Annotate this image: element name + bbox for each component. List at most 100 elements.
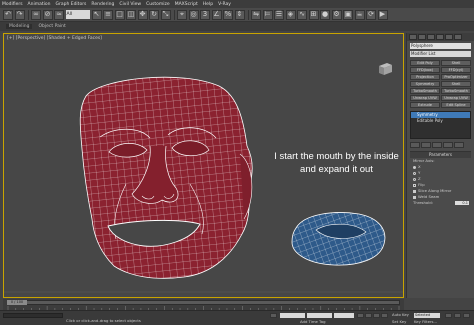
modifier-button[interactable]: Unwrap UVW (441, 95, 471, 101)
select-and-rotate-icon[interactable]: ↻ (149, 9, 159, 20)
modifier-button[interactable]: TurboSmooth (441, 88, 471, 94)
configure-sets-icon[interactable] (454, 142, 464, 148)
menu-help[interactable]: Help (203, 2, 213, 7)
menu-graph-editors[interactable]: Graph Editors (56, 2, 87, 7)
go-to-start-icon[interactable] (357, 313, 364, 318)
bind-spacewarp-icon[interactable]: ≈ (54, 9, 64, 20)
display-tab-icon[interactable] (445, 34, 453, 40)
time-slider-track[interactable] (7, 300, 400, 305)
layer-manager-icon[interactable]: ☰ (274, 9, 284, 20)
previous-frame-icon[interactable] (365, 313, 372, 318)
snaps-toggle-icon[interactable]: 3 (200, 9, 210, 20)
key-filters-button[interactable]: Key Filters... (414, 319, 437, 324)
align-icon[interactable]: ⊨ (262, 9, 273, 20)
modifier-button[interactable]: FFD(cyl) (441, 67, 471, 73)
modifier-button[interactable]: Edit Poly (410, 60, 440, 66)
reference-coordinate-icon[interactable]: ⌖ (177, 9, 187, 20)
add-time-tag-button[interactable]: Add Time Tag (300, 319, 325, 324)
hierarchy-tab-icon[interactable] (427, 34, 435, 40)
material-editor-icon[interactable]: ● (320, 9, 330, 20)
time-slider-thumb[interactable]: 0 / 100 (7, 300, 27, 305)
play-icon[interactable] (373, 313, 380, 318)
object-name-field[interactable]: Polysphere (410, 43, 471, 49)
modifier-button[interactable]: ProOptimizer (441, 74, 471, 80)
next-frame-icon[interactable] (381, 313, 388, 318)
inner-mouth-mesh[interactable] (291, 212, 386, 266)
perspective-viewport[interactable]: [+] [Perspective] [Shaded + Edged Faces] (3, 33, 404, 298)
rectangular-selection-icon[interactable]: □ (114, 9, 125, 20)
render-production-icon[interactable]: ☕ (354, 9, 365, 20)
angle-snap-icon[interactable]: ∠ (211, 9, 222, 20)
schematic-view-icon[interactable]: ⊞ (308, 9, 319, 20)
zoom-icon[interactable] (445, 313, 452, 318)
stack-item-editable-poly[interactable]: Editable Poly (411, 118, 470, 124)
render-setup-icon[interactable]: ⚙ (331, 9, 342, 20)
maxscript-listener[interactable] (3, 313, 63, 318)
pin-stack-icon[interactable] (410, 142, 420, 148)
modifier-button[interactable]: Symmetry (410, 81, 440, 87)
modifier-button[interactable]: Edit Spline (441, 102, 471, 108)
toolbar-separator (28, 9, 29, 20)
modifier-button[interactable]: Extrude (410, 102, 440, 108)
menu-vray[interactable]: V-Ray (218, 2, 231, 7)
rendered-frame-icon[interactable]: ▣ (343, 9, 353, 20)
selected-dropdown[interactable]: Selected (414, 313, 440, 318)
menu-animation[interactable]: Animation (28, 2, 51, 7)
threshold-spinner[interactable]: 0.1 (455, 201, 469, 205)
unlink-icon[interactable]: ⊘ (42, 9, 53, 20)
z-coordinate-field[interactable] (334, 313, 354, 318)
create-tab-icon[interactable] (409, 34, 417, 40)
motion-tab-icon[interactable] (436, 34, 444, 40)
tab-object-paint[interactable]: Object Paint (38, 24, 65, 29)
head-mesh[interactable] (79, 76, 253, 279)
set-key-button[interactable]: Set Key (392, 319, 406, 324)
show-end-result-icon[interactable] (421, 142, 431, 148)
modifier-button[interactable]: TurboSmooth (410, 88, 440, 94)
modifier-list-dropdown[interactable]: Modifier List (410, 51, 471, 57)
selection-filter-dropdown[interactable]: All (65, 10, 90, 19)
pivot-center-icon[interactable]: ◎ (188, 9, 199, 20)
utilities-tab-icon[interactable] (454, 34, 462, 40)
select-object-icon[interactable]: ↖ (91, 9, 102, 20)
curve-editor-icon[interactable]: ∿ (297, 9, 307, 20)
select-and-scale-icon[interactable]: ⤡ (160, 9, 171, 20)
graphite-toggle-icon[interactable]: ◈ (285, 9, 296, 20)
modifier-sets: Edit Poly Shell FFD(box) FFD(cyl) Projec… (410, 60, 471, 108)
modify-tab-icon[interactable] (418, 34, 426, 40)
lock-selection-icon[interactable] (270, 313, 277, 318)
select-and-move-icon[interactable]: ✥ (137, 9, 148, 20)
tab-modeling[interactable]: Modeling (6, 24, 33, 29)
modifier-button[interactable]: FFD(box) (410, 67, 440, 73)
menu-civil-view[interactable]: Civil View (119, 2, 141, 7)
y-coordinate-field[interactable] (307, 313, 332, 318)
make-unique-icon[interactable] (432, 142, 442, 148)
auto-key-button[interactable]: Auto Key (392, 312, 409, 317)
render-active-icon[interactable]: ▶ (377, 9, 388, 20)
redo-icon[interactable]: ↷ (14, 9, 25, 20)
x-coordinate-field[interactable] (280, 313, 305, 318)
modifier-button[interactable]: Shell (441, 60, 471, 66)
parameters-rollout: Parameters Mirror Axis: X Y Z Flip Slice… (410, 151, 471, 206)
link-icon[interactable]: ∞ (31, 9, 41, 20)
window-crossing-icon[interactable]: ◫ (126, 9, 136, 20)
select-by-name-icon[interactable]: ≡ (103, 9, 113, 20)
toolbar-separator (174, 9, 175, 20)
render-iterative-icon[interactable]: ⟳ (366, 9, 376, 20)
modifier-button[interactable]: Shell (441, 81, 471, 87)
menu-rendering[interactable]: Rendering (91, 2, 114, 7)
caption-line-2: and expand it out (300, 164, 373, 175)
modifier-button[interactable]: Projection (410, 74, 440, 80)
menu-customize[interactable]: Customize (146, 2, 170, 7)
menu-modifiers[interactable]: Modifiers (2, 2, 23, 7)
percent-snap-icon[interactable]: % (223, 9, 233, 20)
viewcube-icon[interactable] (377, 62, 393, 76)
orbit-icon[interactable] (463, 313, 470, 318)
remove-modifier-icon[interactable] (443, 142, 453, 148)
pan-icon[interactable] (454, 313, 461, 318)
undo-icon[interactable]: ↶ (3, 9, 13, 20)
mirror-icon[interactable]: ⇋ (251, 9, 261, 20)
main-toolbar: ↶ ↷ ∞ ⊘ ≈ All ↖ ≡ □ ◫ ✥ ↻ ⤡ ⌖ ◎ 3 ∠ % ⇕ … (0, 8, 474, 22)
spinner-snap-icon[interactable]: ⇕ (234, 9, 245, 20)
modifier-button[interactable]: Unwrap UVW (410, 95, 440, 101)
menu-maxscript[interactable]: MAXScript (175, 2, 198, 7)
